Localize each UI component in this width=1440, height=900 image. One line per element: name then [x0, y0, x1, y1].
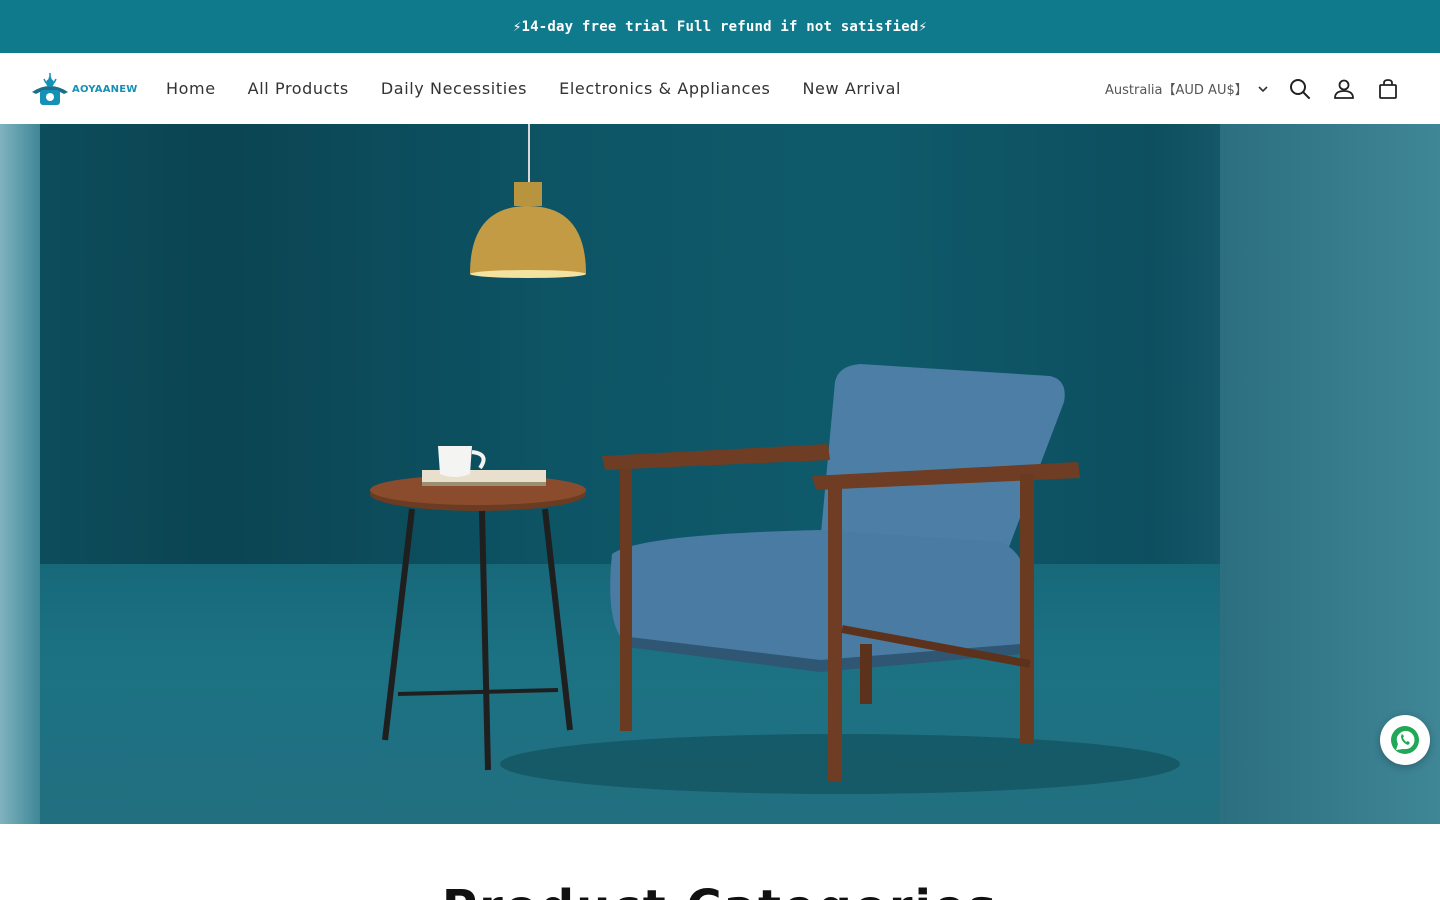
country-selector[interactable]: Australia【AUD AU$】: [1105, 53, 1270, 124]
search-icon[interactable]: [1288, 77, 1312, 101]
nav-electronics-appliances[interactable]: Electronics & Appliances: [559, 79, 770, 98]
cart-icon[interactable]: [1376, 77, 1400, 101]
announcement-bar: ⚡14-day free trial Full refund if not sa…: [0, 0, 1440, 53]
site-header: AOYAANEW Home All Products Daily Necessi…: [0, 53, 1440, 124]
logo-text: AOYAANEW: [72, 83, 138, 95]
hero-banner[interactable]: [0, 124, 1440, 824]
nav-new-arrival[interactable]: New Arrival: [802, 79, 901, 98]
hero-image: [370, 124, 1180, 794]
country-selector-value: Australia【AUD AU$】: [1105, 83, 1248, 98]
main-nav: Home All Products Daily Necessities Elec…: [166, 53, 933, 124]
nav-all-products[interactable]: All Products: [248, 79, 349, 98]
logo[interactable]: AOYAANEW: [30, 70, 137, 108]
section-title: Product Categories: [0, 878, 1440, 900]
account-icon[interactable]: [1332, 77, 1356, 101]
whatsapp-button[interactable]: [1380, 715, 1430, 765]
nav-home[interactable]: Home: [166, 79, 216, 98]
logo-icon: [30, 70, 70, 108]
chevron-down-icon: [1256, 82, 1270, 96]
nav-daily-necessities[interactable]: Daily Necessities: [381, 79, 527, 98]
whatsapp-icon: [1391, 726, 1419, 754]
announcement-text: ⚡14-day free trial Full refund if not sa…: [512, 18, 928, 35]
